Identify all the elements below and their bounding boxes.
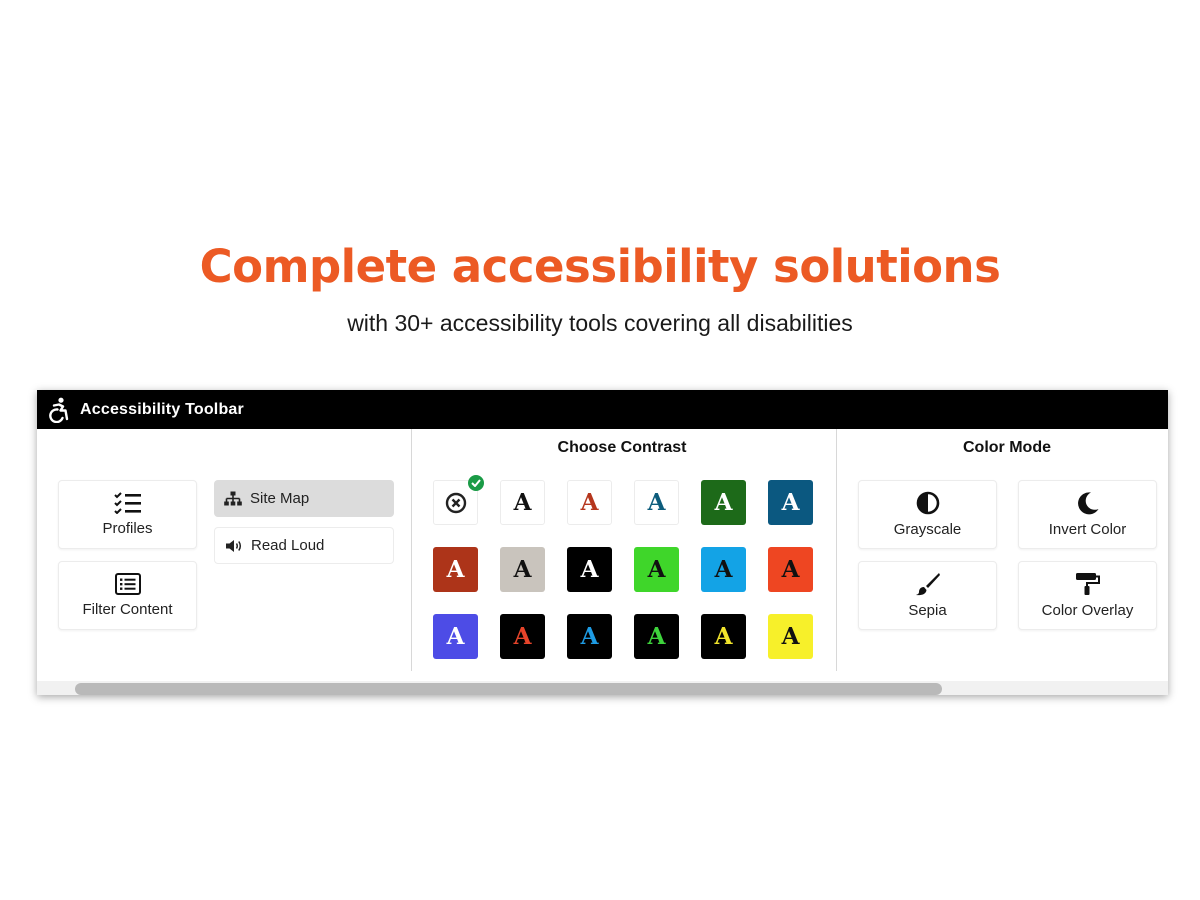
accessibility-toolbar: Accessibility Toolbar Profiles Filter Co… [37,390,1168,695]
contrast-glyph: A [513,556,532,583]
color-mode-title: Color Mode [963,439,1051,456]
choose-contrast-title: Choose Contrast [557,439,687,456]
paintbrush-icon [915,573,940,596]
page-headline: Complete accessibility solutions [199,240,1001,293]
contrast-glyph: A [714,556,733,583]
color-overlay-label: Color Overlay [1041,602,1134,619]
section-divider [836,429,837,671]
contrast-swatch[interactable]: A [433,614,478,659]
contrast-glyph: A [714,623,733,650]
contrast-swatch[interactable]: A [500,480,545,525]
paint-roller-icon [1075,573,1100,595]
sitemap-icon [224,491,242,505]
speaker-icon [226,539,242,552]
contrast-glyph: A [580,623,599,650]
contrast-glyph: A [580,489,599,516]
toolbar-title: Accessibility Toolbar [80,400,244,418]
filter-content-tile[interactable]: Filter Content [58,561,197,630]
contrast-glyph: A [781,489,800,516]
invert-color-tile[interactable]: Invert Color [1018,480,1157,549]
selected-check-icon [468,475,484,491]
moon-icon [1077,492,1098,515]
checklist-icon [113,492,141,514]
contrast-swatch[interactable]: A [433,547,478,592]
contrast-swatch[interactable]: A [701,614,746,659]
contrast-swatch[interactable]: A [701,480,746,525]
contrast-swatch[interactable]: A [634,547,679,592]
horizontal-scrollbar[interactable] [37,681,1168,695]
contrast-glyph: A [647,623,666,650]
contrast-swatch[interactable]: A [701,547,746,592]
contrast-swatch[interactable]: A [567,614,612,659]
contrast-swatch[interactable]: A [634,480,679,525]
contrast-swatch[interactable]: A [768,614,813,659]
contrast-swatch[interactable]: A [634,614,679,659]
cancel-circle-icon [445,492,466,513]
contrast-reset-swatch[interactable] [433,475,484,525]
contrast-swatch[interactable]: A [500,614,545,659]
sepia-label: Sepia [908,602,947,619]
toolbar-titlebar: Accessibility Toolbar [37,390,1168,429]
contrast-swatch[interactable]: A [500,547,545,592]
wheelchair-icon [49,397,69,423]
section-divider [411,429,412,671]
site-map-button[interactable]: Site Map [214,480,394,517]
contrast-glyph: A [781,623,800,650]
page-subheadline: with 30+ accessibility tools covering al… [347,310,853,336]
color-overlay-tile[interactable]: Color Overlay [1018,561,1157,630]
invert-color-label: Invert Color [1048,521,1127,538]
contrast-glyph: A [513,623,532,650]
filter-content-label: Filter Content [82,601,173,618]
read-loud-label: Read Loud [251,537,325,554]
read-loud-button[interactable]: Read Loud [214,527,394,564]
sepia-tile[interactable]: Sepia [858,561,997,630]
contrast-glyph: A [781,556,800,583]
list-icon [114,573,141,595]
grayscale-label: Grayscale [893,521,962,538]
contrast-glyph: A [580,556,599,583]
profiles-label: Profiles [102,520,153,537]
contrast-swatch[interactable]: A [768,547,813,592]
contrast-swatch[interactable]: A [567,480,612,525]
profiles-tile[interactable]: Profiles [58,480,197,549]
toolbar-content: Profiles Filter Content Site Map Read Lo… [37,429,1168,681]
half-circle-icon [916,491,939,515]
contrast-glyph: A [647,556,666,583]
contrast-glyph: A [446,556,465,583]
site-map-label: Site Map [250,490,310,507]
contrast-glyph: A [714,489,733,516]
contrast-swatch[interactable]: A [567,547,612,592]
scrollbar-thumb[interactable] [75,683,942,695]
contrast-swatch[interactable]: A [768,480,813,525]
contrast-glyph: A [647,489,666,516]
contrast-glyph: A [513,489,532,516]
contrast-glyph: A [446,623,465,650]
grayscale-tile[interactable]: Grayscale [858,480,997,549]
